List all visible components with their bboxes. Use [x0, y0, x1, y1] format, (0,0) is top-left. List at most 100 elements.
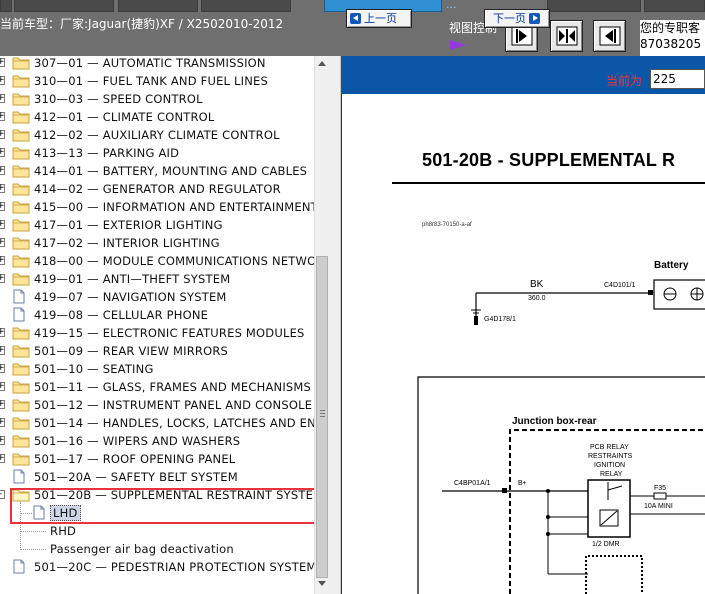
wire-size: 360.0 — [528, 295, 546, 302]
tree-item-label: 419—08 — CELLULAR PHONE — [34, 308, 209, 322]
expand-icon[interactable]: + — [0, 58, 5, 67]
tree-item[interactable]: + 501—16 — WIPERS AND WASHERS — [0, 432, 314, 450]
pane-splitter[interactable] — [328, 56, 341, 594]
split-arrows-icon — [556, 26, 578, 46]
expand-icon[interactable]: + — [0, 454, 5, 463]
contact-panel: 您的专职客 87038205 — [640, 20, 705, 56]
expand-icon[interactable]: + — [0, 364, 5, 373]
top-tab[interactable] — [0, 0, 12, 12]
tree-item-label: 501—20A — SAFETY BELT SYSTEM — [34, 470, 238, 484]
expand-icon[interactable]: + — [0, 238, 5, 247]
tree-item-label: 501—10 — SEATING — [34, 362, 154, 376]
expand-icon[interactable]: + — [0, 94, 5, 103]
tree-item-label: 413—13 — PARKING AID — [34, 146, 180, 160]
tree-item[interactable]: 501—20A — SAFETY BELT SYSTEM — [0, 468, 314, 486]
relay-label: IGNITION — [594, 462, 625, 469]
expand-icon[interactable]: + — [0, 256, 5, 265]
tree-item[interactable]: + 501—14 — HANDLES, LOCKS, LATCHES AND E… — [0, 414, 314, 432]
tree-item[interactable]: 419—08 — CELLULAR PHONE — [0, 306, 314, 324]
prev-page-button[interactable]: 上一页 — [346, 9, 412, 28]
tree-leaf-item[interactable]: Passenger air bag deactivation — [0, 540, 314, 558]
tree-item-label: 501—09 — REAR VIEW MIRRORS — [34, 344, 229, 358]
tree-item[interactable]: + 417—02 — INTERIOR LIGHTING — [0, 234, 314, 252]
document-view: 501-20B - SUPPLEMENTAL R ph8r83-70150-a-… — [341, 94, 705, 594]
tree-item[interactable]: + 501—11 — GLASS, FRAMES AND MECHANISMS — [0, 378, 314, 396]
tree-item[interactable]: + 414—01 — BATTERY, MOUNTING AND CABLES — [0, 162, 314, 180]
battery-label: Battery — [654, 260, 689, 271]
tree-item[interactable]: + 412—02 — AUXILIARY CLIMATE CONTROL — [0, 126, 314, 144]
play-triangle-icon — [450, 40, 466, 50]
tree-item-label: 419—15 — ELECTRONIC FEATURES MODULES — [34, 326, 305, 340]
tree-item[interactable]: + 501—09 — REAR VIEW MIRRORS — [0, 342, 314, 360]
tree-item-label: 310—01 — FUEL TANK AND FUEL LINES — [34, 74, 268, 88]
tree-connector — [20, 549, 46, 550]
expand-icon[interactable]: + — [0, 184, 5, 193]
relay-label: RELAY — [600, 471, 623, 478]
tree-item[interactable]: + 415—00 — INFORMATION AND ENTERTAINMENT — [0, 198, 314, 216]
tree-item[interactable]: + 501—10 — SEATING — [0, 360, 314, 378]
expand-icon[interactable]: + — [0, 130, 5, 139]
tree-item-label: 414—02 — GENERATOR AND REGULATOR — [34, 182, 281, 196]
expand-icon[interactable]: + — [0, 76, 5, 85]
expand-icon[interactable]: + — [0, 382, 5, 391]
top-tab[interactable] — [14, 0, 114, 12]
tree-item[interactable]: + 501—12 — INSTRUMENT PANEL AND CONSOLE — [0, 396, 314, 414]
ground-symbol — [474, 316, 478, 325]
expand-icon[interactable]: + — [0, 346, 5, 355]
tree-item[interactable]: + 414—02 — GENERATOR AND REGULATOR — [0, 180, 314, 198]
top-link[interactable]: ... — [446, 0, 457, 10]
bplus-label: B+ — [518, 480, 527, 487]
tree-item[interactable]: + 413—13 — PARKING AID — [0, 144, 314, 162]
document-icon — [12, 559, 26, 578]
tree-item[interactable]: + 501—17 — ROOF OPENING PANEL — [0, 450, 314, 468]
tree-item-label: 501—14 — HANDLES, LOCKS, LATCHES AND ENT — [34, 416, 314, 430]
tree-item-label: 414—01 — BATTERY, MOUNTING AND CABLES — [34, 164, 308, 178]
page-number-input[interactable] — [650, 69, 705, 89]
tree-item[interactable]: 501—20C — PEDESTRIAN PROTECTION SYSTEM — [0, 558, 314, 576]
view-expand-left-button[interactable] — [593, 20, 626, 52]
scroll-down-arrow-icon[interactable] — [315, 576, 329, 592]
tree-item[interactable]: + 418—00 — MODULE COMMUNICATIONS NETWOR — [0, 252, 314, 270]
tree-item[interactable]: + 419—15 — ELECTRONIC FEATURES MODULES — [0, 324, 314, 342]
scroll-thumb[interactable] — [316, 256, 328, 578]
view-split-button[interactable] — [550, 20, 583, 52]
top-tab[interactable] — [644, 0, 705, 12]
tree-item[interactable]: + 417—01 — EXTERIOR LIGHTING — [0, 216, 314, 234]
top-tab[interactable] — [547, 0, 641, 12]
expand-icon[interactable]: + — [0, 112, 5, 121]
tree-item-label: 412—02 — AUXILIARY CLIMATE CONTROL — [34, 128, 280, 142]
expand-icon[interactable]: + — [0, 166, 5, 175]
tree-item-label: 419—01 — ANTI—THEFT SYSTEM — [34, 272, 231, 286]
expand-icon[interactable]: + — [0, 148, 5, 157]
fuse-id: F35 — [654, 485, 666, 492]
tree-item[interactable]: + 307—01 — AUTOMATIC TRANSMISSION — [0, 56, 314, 72]
arrow-right-icon — [529, 13, 540, 24]
expand-icon[interactable]: + — [0, 202, 5, 211]
arrow-left-icon — [350, 13, 361, 24]
expand-icon[interactable]: + — [0, 436, 5, 445]
expand-icon[interactable]: + — [0, 220, 5, 229]
tree-item[interactable]: + 412—01 — CLIMATE CONTROL — [0, 108, 314, 126]
top-tab[interactable] — [201, 0, 291, 12]
contact-text: 您的专职客 — [640, 21, 701, 35]
fuse-rating: 10A MINI — [644, 503, 673, 510]
tree-item-label: 501—16 — WIPERS AND WASHERS — [34, 434, 241, 448]
tree-item[interactable]: + 310—01 — FUEL TANK AND FUEL LINES — [0, 72, 314, 90]
arrow-right-bar-icon — [511, 26, 533, 46]
expand-icon[interactable]: + — [0, 400, 5, 409]
tree-leaf-item[interactable]: RHD — [0, 522, 314, 540]
expand-icon[interactable]: + — [0, 418, 5, 427]
tree-scrollbar[interactable] — [314, 56, 328, 594]
scroll-up-arrow-icon[interactable] — [315, 56, 329, 72]
tree-item-label: 307—01 — AUTOMATIC TRANSMISSION — [34, 56, 266, 70]
tree-item[interactable]: + 419—01 — ANTI—THEFT SYSTEM — [0, 270, 314, 288]
tree-item[interactable]: + 310—03 — SPEED CONTROL — [0, 90, 314, 108]
collapse-icon[interactable]: - — [0, 490, 5, 499]
tree-item-label: 501—12 — INSTRUMENT PANEL AND CONSOLE — [34, 398, 313, 412]
expand-icon[interactable]: + — [0, 274, 5, 283]
next-page-button[interactable]: 下一页 — [484, 9, 550, 28]
expand-icon[interactable]: + — [0, 328, 5, 337]
top-tab[interactable] — [118, 0, 198, 12]
tree-item[interactable]: 419—07 — NAVIGATION SYSTEM — [0, 288, 314, 306]
module-outline — [585, 555, 643, 594]
